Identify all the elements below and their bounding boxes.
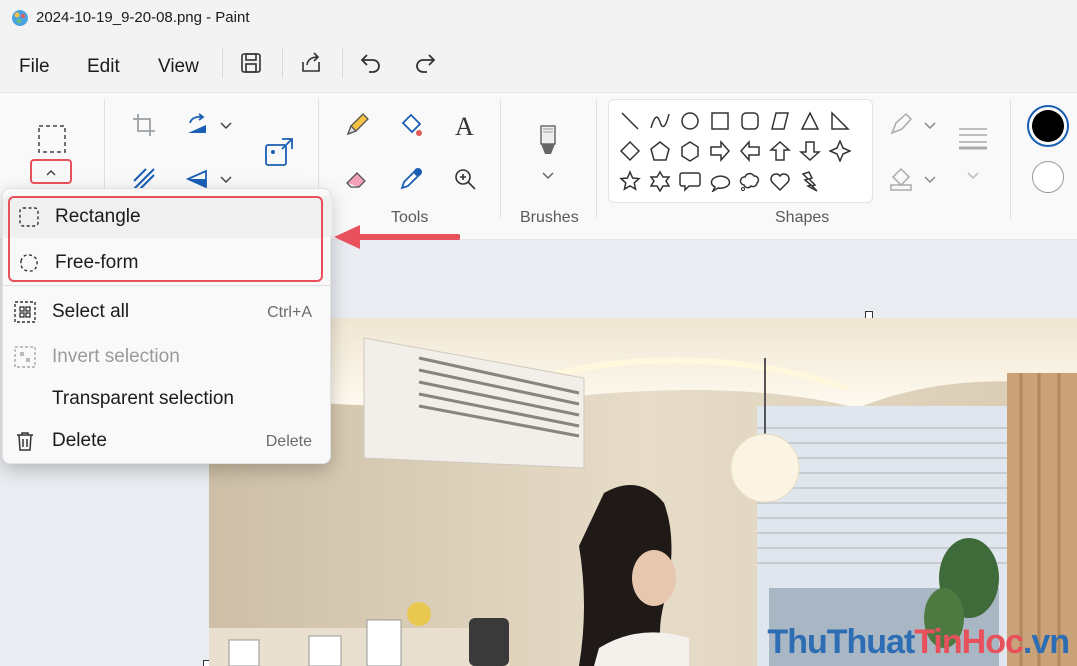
window-title: 2024-10-19_9-20-08.png - Paint (36, 9, 250, 26)
rect-callout-shape-icon[interactable] (679, 170, 701, 192)
menu-separator (282, 48, 283, 78)
color-picker-icon[interactable] (397, 165, 425, 193)
shapes-group-label: Shapes (775, 209, 830, 226)
brush-icon[interactable] (534, 123, 562, 157)
fill-bucket-icon[interactable] (397, 111, 425, 139)
ribbon-separator (1010, 99, 1011, 219)
pentagon-shape-icon[interactable] (649, 140, 671, 162)
chevron-down-icon[interactable] (920, 169, 940, 189)
lightning-shape-icon[interactable] (799, 170, 821, 192)
brushes-group-label: Brushes (520, 209, 579, 226)
save-icon[interactable] (238, 50, 264, 76)
five-point-star-shape-icon[interactable] (619, 170, 641, 192)
resize-icon[interactable] (262, 135, 296, 169)
rectangle-select-icon[interactable] (36, 123, 68, 155)
four-point-star-shape-icon[interactable] (829, 140, 851, 162)
diamond-shape-icon[interactable] (619, 140, 641, 162)
menu-edit[interactable]: Edit (87, 56, 120, 78)
menu-item-label: Invert selection (52, 346, 180, 367)
up-arrow-shape-icon[interactable] (769, 140, 791, 162)
watermark-part3: .vn (1022, 623, 1070, 661)
paint-app-icon (12, 10, 28, 26)
primary-color (1032, 110, 1064, 142)
magnifier-icon[interactable] (451, 165, 479, 193)
menu-separator (3, 285, 332, 286)
options-highlight-annotation (8, 196, 323, 282)
shapes-gallery (608, 99, 873, 203)
left-arrow-shape-icon[interactable] (739, 140, 761, 162)
oval-callout-shape-icon[interactable] (709, 170, 731, 192)
chevron-down-icon[interactable] (216, 169, 236, 189)
menu-item-select-all[interactable]: Select all Ctrl+A (3, 291, 332, 333)
heart-shape-icon[interactable] (769, 170, 791, 192)
menu-item-shortcut: Delete (265, 433, 312, 450)
text-icon[interactable]: A (451, 111, 479, 139)
hexagon-shape-icon[interactable] (679, 140, 701, 162)
rotate-icon[interactable] (184, 111, 212, 139)
eraser-icon[interactable] (343, 165, 371, 193)
right-triangle-shape-icon[interactable] (829, 110, 851, 132)
watermark: ThuThuatTinHoc.vn (767, 623, 1070, 662)
menu-separator (222, 48, 223, 78)
down-arrow-shape-icon[interactable] (799, 140, 821, 162)
cloud-callout-shape-icon[interactable] (739, 170, 761, 192)
menu-item-transparent-selection[interactable]: Transparent selection (3, 378, 332, 420)
shape-fill-icon[interactable] (888, 165, 916, 193)
triangle-shape-icon[interactable] (799, 110, 821, 132)
menu-item-label: Transparent selection (52, 388, 235, 409)
share-icon[interactable] (298, 50, 324, 76)
outline-icon[interactable] (888, 111, 916, 139)
chevron-down-icon[interactable] (538, 165, 558, 185)
rounded-rectangle-shape-icon[interactable] (739, 110, 761, 132)
title-bar: 2024-10-19_9-20-08.png - Paint (0, 0, 1077, 36)
stroke-size-icon[interactable] (956, 123, 990, 151)
watermark-part2: TinHoc (914, 623, 1024, 661)
chevron-highlight-annotation (30, 159, 72, 184)
watermark-part1: ThuThuat (767, 623, 915, 661)
menu-bar: File Edit View (0, 36, 1077, 92)
menu-item-label: Select all (52, 301, 130, 322)
oval-shape-icon[interactable] (679, 110, 701, 132)
curve-shape-icon[interactable] (649, 110, 671, 132)
arrow-annotation-icon (334, 225, 460, 249)
menu-view[interactable]: View (158, 56, 199, 78)
secondary-color-swatch[interactable] (1032, 161, 1064, 193)
chevron-down-icon[interactable] (920, 115, 940, 135)
right-arrow-shape-icon[interactable] (709, 140, 731, 162)
menu-item-shortcut: Ctrl+A (267, 304, 312, 321)
svg-text:A: A (455, 112, 474, 139)
invert-selection-icon (14, 346, 36, 368)
select-all-icon (14, 301, 36, 323)
menu-file[interactable]: File (19, 56, 50, 78)
menu-separator (342, 48, 343, 78)
ribbon-separator (596, 99, 597, 219)
primary-color-swatch[interactable] (1027, 105, 1069, 147)
crop-icon[interactable] (130, 111, 158, 139)
canvas-image[interactable] (209, 318, 1077, 666)
rectangle-shape-icon[interactable] (709, 110, 731, 132)
polygon-shape-icon[interactable] (769, 110, 791, 132)
menu-item-invert-selection[interactable]: Invert selection (3, 336, 332, 378)
line-shape-icon[interactable] (619, 110, 641, 132)
trash-icon (17, 432, 33, 451)
pencil-icon[interactable] (343, 111, 371, 139)
chevron-down-icon[interactable] (216, 115, 236, 135)
chevron-down-icon[interactable] (963, 165, 983, 185)
undo-icon[interactable] (358, 50, 384, 76)
ribbon-separator (500, 99, 501, 219)
menu-item-label: Delete (52, 430, 107, 451)
menu-item-delete[interactable]: Delete Delete (3, 420, 332, 462)
redo-icon[interactable] (412, 50, 438, 76)
six-point-star-shape-icon[interactable] (649, 170, 671, 192)
